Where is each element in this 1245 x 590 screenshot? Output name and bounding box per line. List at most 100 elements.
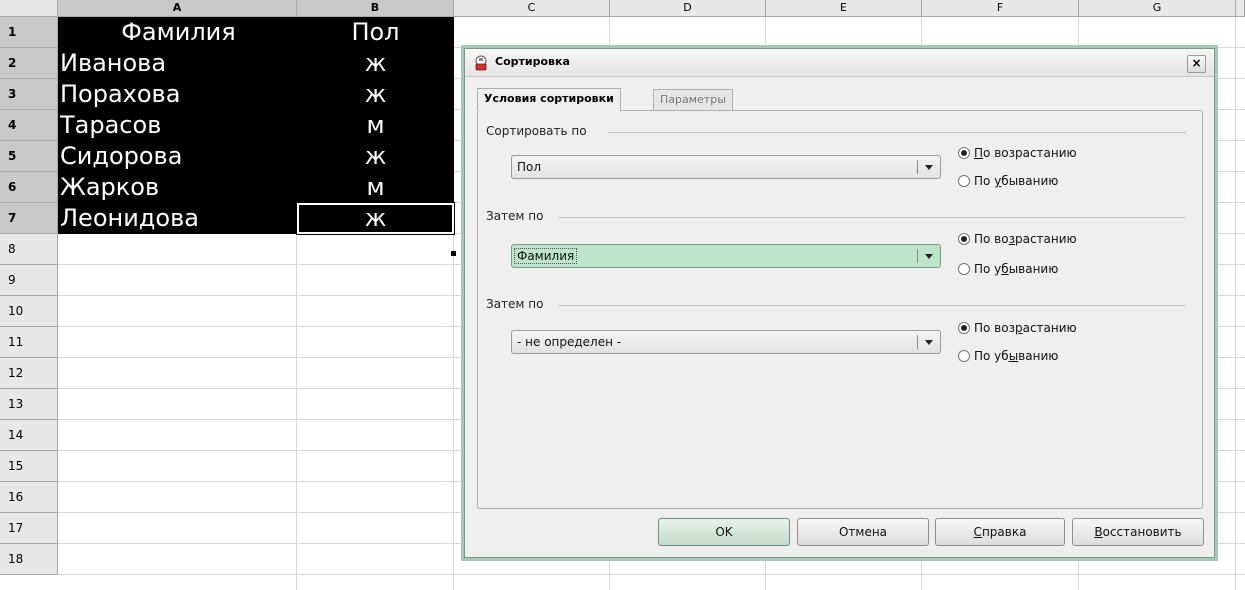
cell-a6[interactable]: Жарков [58, 172, 297, 203]
radio-label: По у [974, 262, 1002, 276]
separator [917, 160, 918, 174]
sort-criteria-panel: Сортировать по Пол По возрастанию По убы… [477, 110, 1203, 509]
sort-key-1-descending[interactable]: По убыванию [958, 174, 1058, 188]
radio-label: По уб [974, 349, 1009, 363]
radio-label: быванию [1001, 174, 1059, 188]
sort-key-1-select[interactable]: Пол [511, 155, 941, 179]
cell-a1[interactable]: Фамилия [58, 17, 297, 48]
radio-label: ванию [1018, 349, 1059, 363]
radio-label: ыванию [1008, 262, 1059, 276]
accelerator-key: б [1001, 262, 1009, 276]
sort-key-1-value: Пол [517, 160, 542, 174]
row-header[interactable]: 10 [0, 296, 58, 327]
row-header[interactable]: 17 [0, 513, 58, 544]
sort-key-2-select[interactable]: Фамилия [511, 244, 941, 268]
close-icon: × [1191, 56, 1202, 70]
radio-label: растанию [1014, 232, 1077, 246]
cell-b1[interactable]: Пол [297, 17, 454, 48]
sort-key-3-label: Затем по [486, 297, 548, 311]
sort-key-2-descending[interactable]: По убыванию [958, 262, 1058, 276]
app-icon [475, 55, 487, 71]
cell-a4[interactable]: Тарасов [58, 110, 297, 141]
sort-key-2-label: Затем по [486, 209, 548, 223]
radio-icon [958, 321, 970, 334]
chevron-down-icon [925, 254, 933, 259]
button-label: правка [981, 525, 1027, 539]
cancel-button[interactable]: Отмена [797, 518, 929, 546]
cell-b2[interactable]: ж [297, 48, 454, 79]
dialog-title: Сортировка [495, 55, 570, 68]
row-header[interactable]: 8 [0, 234, 58, 265]
row-header[interactable]: 16 [0, 482, 58, 513]
cell-a5[interactable]: Сидорова [58, 141, 297, 172]
radio-icon [958, 262, 970, 275]
cell-a7[interactable]: Леонидова [58, 203, 297, 234]
column-header-c[interactable]: C [454, 0, 610, 17]
cell-a2[interactable]: Иванова [58, 48, 297, 79]
separator [917, 335, 918, 349]
sort-key-1-label: Сортировать по [486, 124, 591, 138]
row-header[interactable]: 14 [0, 420, 58, 451]
row-header[interactable]: 13 [0, 389, 58, 420]
accelerator-key: р [1014, 321, 1023, 335]
ok-button[interactable]: OK [658, 518, 790, 546]
row-header[interactable]: 4 [0, 110, 58, 141]
accelerator-key: П [974, 146, 984, 160]
sort-key-3-value: - не определен - [517, 335, 622, 349]
select-all-corner[interactable] [0, 0, 58, 17]
row-header[interactable]: 7 [0, 203, 58, 234]
fill-handle[interactable] [451, 251, 456, 256]
sort-dialog: Сортировка × Условия сортировки Параметр… [464, 48, 1215, 558]
cell-b7[interactable]: ж [297, 203, 454, 234]
radio-label: астанию [1022, 321, 1077, 335]
row-header[interactable]: 1 [0, 17, 58, 48]
separator [608, 132, 1186, 133]
row-header[interactable]: 15 [0, 451, 58, 482]
accelerator-key: В [1094, 525, 1103, 539]
column-header-d[interactable]: D [610, 0, 766, 17]
sort-key-1-ascending[interactable]: По возрастанию [958, 146, 1077, 160]
separator [558, 217, 1186, 218]
sort-key-2-ascending[interactable]: По возрастанию [958, 232, 1077, 246]
column-header-h[interactable] [1236, 0, 1245, 17]
cell-b5[interactable]: ж [297, 141, 454, 172]
help-button[interactable]: Справка [935, 518, 1065, 546]
radio-icon [958, 146, 970, 159]
row-header[interactable]: 6 [0, 172, 58, 203]
separator [917, 249, 918, 263]
row-header[interactable]: 5 [0, 141, 58, 172]
cell-b6[interactable]: м [297, 172, 454, 203]
column-header-g[interactable]: G [1079, 0, 1236, 17]
tab-sort-criteria[interactable]: Условия сортировки [477, 88, 621, 111]
button-label: осстановить [1102, 525, 1182, 539]
column-header-a[interactable]: A [58, 0, 297, 17]
reset-button[interactable]: Восстановить [1072, 518, 1204, 546]
radio-label: По во [974, 232, 1009, 246]
cell-b4[interactable]: м [297, 110, 454, 141]
sort-key-3-ascending[interactable]: По возрастанию [958, 321, 1077, 335]
row-header[interactable]: 11 [0, 327, 58, 358]
radio-label: По [974, 174, 995, 188]
radio-label: о возрастанию [983, 146, 1077, 160]
chevron-down-icon [925, 340, 933, 345]
accelerator-key: С [973, 525, 982, 539]
close-button[interactable]: × [1187, 55, 1206, 73]
sort-key-3-select[interactable]: - не определен - [511, 330, 941, 354]
column-header-f[interactable]: F [922, 0, 1079, 17]
row-header[interactable]: 2 [0, 48, 58, 79]
row-header[interactable]: 18 [0, 544, 58, 575]
sort-key-3-descending[interactable]: По убыванию [958, 349, 1058, 363]
row-header[interactable]: 12 [0, 358, 58, 389]
radio-icon [958, 174, 970, 187]
tab-options[interactable]: Параметры [653, 89, 733, 110]
cell-a3[interactable]: Порахова [58, 79, 297, 110]
dialog-titlebar[interactable]: Сортировка × [465, 49, 1214, 77]
radio-icon [958, 232, 970, 245]
sort-key-2-value: Фамилия [513, 248, 578, 264]
radio-label: По воз [974, 321, 1015, 335]
row-header[interactable]: 9 [0, 265, 58, 296]
row-header[interactable]: 3 [0, 79, 58, 110]
column-header-e[interactable]: E [766, 0, 922, 17]
cell-b3[interactable]: ж [297, 79, 454, 110]
column-header-b[interactable]: B [297, 0, 454, 17]
